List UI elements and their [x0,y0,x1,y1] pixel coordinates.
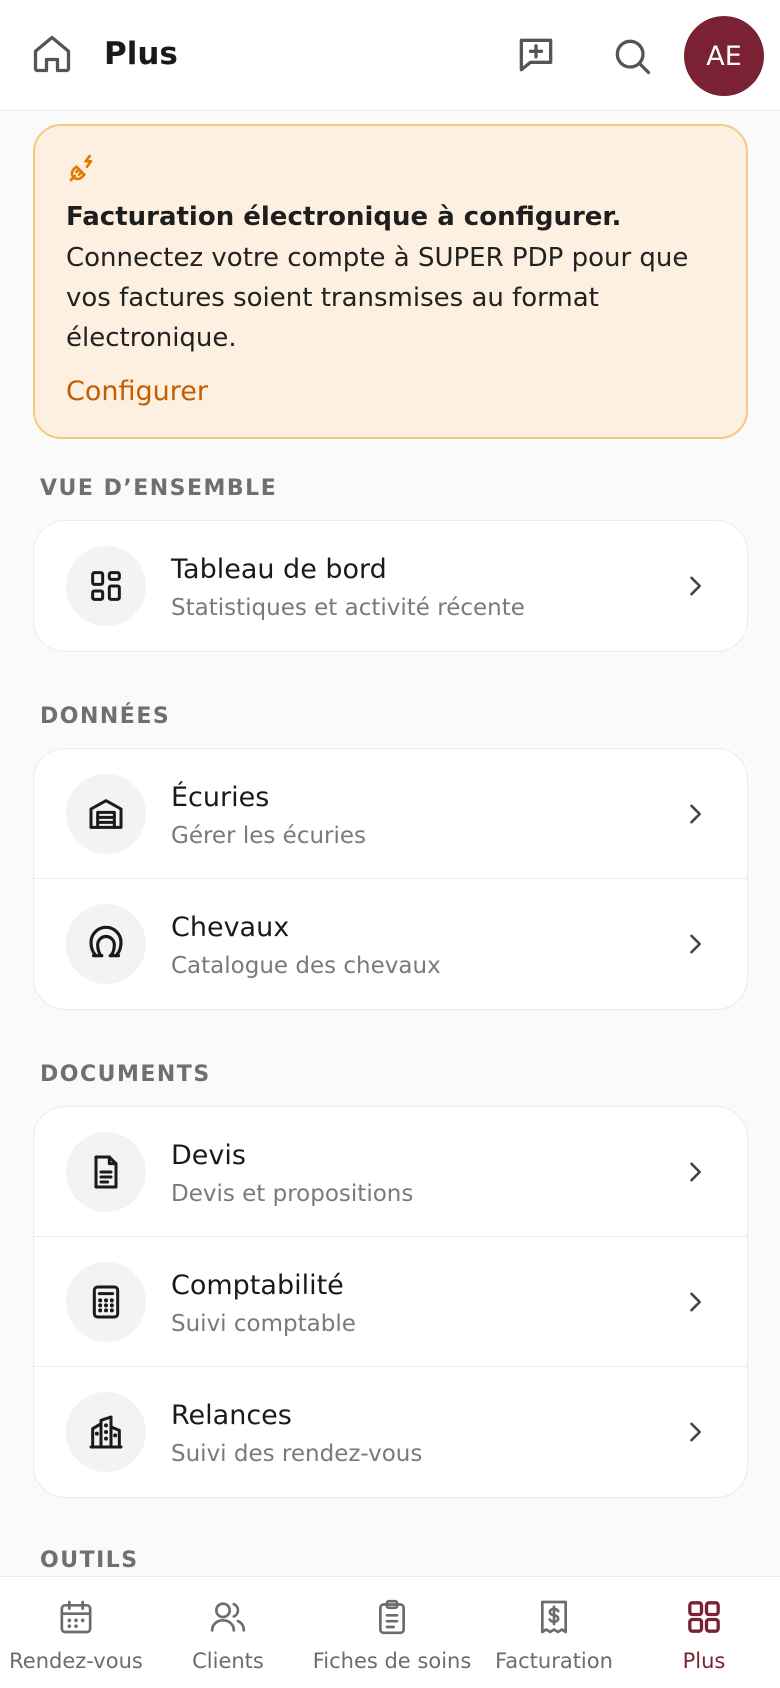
top-bar: Plus AE [0,0,780,111]
section-title-documents: DOCUMENTS [40,1062,211,1087]
calculator-icon [66,1262,146,1342]
avatar[interactable]: AE [684,16,764,96]
item-subtitle: Statistiques et activité récente [171,595,525,621]
plug-icon [69,154,93,182]
message-plus-icon[interactable] [514,33,558,77]
horseshoe-icon [66,904,146,984]
item-subtitle: Gérer les écuries [171,823,367,849]
item-title: Écuries [171,782,270,813]
overview-card: Tableau de bord Statistiques et activité… [33,520,748,652]
item-subtitle: Suivi comptable [171,1311,356,1337]
users-icon [210,1602,246,1632]
tab-label: Plus [682,1649,726,1673]
chevron-right-icon [690,1292,701,1312]
chevron-right-icon [690,934,701,954]
item-title: Comptabilité [171,1270,344,1301]
configure-link[interactable]: Configurer [66,376,208,407]
chevron-right-icon [690,1162,701,1182]
document-icon [66,1132,146,1212]
chevron-right-icon [690,576,701,596]
section-title-tools: OUTILS [40,1548,139,1573]
list-item-horses[interactable]: Chevaux Catalogue des chevaux [34,879,747,1009]
chevron-right-icon [690,804,701,824]
tab-more[interactable]: Plus [628,1577,780,1688]
building-icon [66,1392,146,1472]
item-subtitle: Suivi des rendez-vous [171,1441,423,1467]
stable-icon [66,774,146,854]
item-title: Relances [171,1400,292,1431]
tab-appointments[interactable]: Rendez-vous [0,1577,152,1688]
tab-care-sheets[interactable]: Fiches de soins [304,1577,480,1688]
calendar-icon [60,1600,92,1634]
data-card: Écuries Gérer les écuries Chevaux Catalo… [33,748,748,1010]
dashboard-icon [66,546,146,626]
banner-body: Connectez votre compte à SUPER PDP pour … [66,243,689,353]
home-icon[interactable] [30,32,74,76]
item-subtitle: Catalogue des chevaux [171,953,441,979]
tab-label: Clients [192,1649,264,1673]
chevron-right-icon [690,1422,701,1442]
list-item-accounting[interactable]: Comptabilité Suivi comptable [34,1237,747,1367]
tab-clients[interactable]: Clients [152,1577,304,1688]
page-title: Plus [104,36,178,72]
list-item-dashboard[interactable]: Tableau de bord Statistiques et activité… [34,521,747,651]
invoice-icon [541,1600,567,1634]
item-title: Tableau de bord [171,554,387,585]
list-item-stables[interactable]: Écuries Gérer les écuries [34,749,747,879]
item-subtitle: Devis et propositions [171,1181,414,1207]
bottom-nav: Rendez-vous Clients Fiches de soins Fact… [0,1576,780,1688]
banner-title: Facturation électronique à configurer. [66,202,622,232]
tab-billing[interactable]: Facturation [480,1577,628,1688]
grid-icon [688,1601,720,1633]
documents-card: Devis Devis et propositions Comptabilité… [33,1106,748,1498]
section-title-overview: VUE D’ENSEMBLE [40,476,278,501]
list-item-reminders[interactable]: Relances Suivi des rendez-vous [34,1367,747,1497]
item-title: Devis [171,1140,246,1171]
tab-label: Fiches de soins [312,1649,472,1673]
tab-label: Facturation [495,1649,613,1673]
tab-label: Rendez-vous [9,1649,143,1673]
clipboard-icon [379,1599,405,1635]
list-item-quotes[interactable]: Devis Devis et propositions [34,1107,747,1237]
section-title-data: DONNÉES [40,704,171,729]
search-icon[interactable] [610,34,654,78]
item-title: Chevaux [171,912,290,943]
